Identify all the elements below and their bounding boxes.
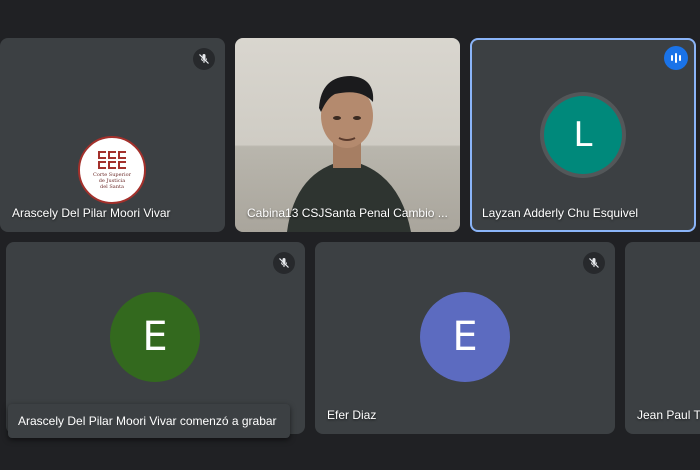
participant-tile-arascely[interactable]: Corte Superior de Justicia del Santa Ara… (0, 38, 225, 232)
participant-tile-efer-diaz[interactable]: E Efer Diaz (315, 242, 615, 434)
notification-text: Arascely Del Pilar Moori Vivar comenzó a… (18, 414, 277, 428)
audio-bars-icon (664, 46, 688, 70)
avatar: E (420, 292, 510, 382)
avatar: L (544, 96, 622, 174)
mic-off-icon (583, 252, 605, 274)
participant-name: Cabina13 CSJSanta Penal Cambio ... (247, 206, 448, 220)
avatar: E (110, 292, 200, 382)
meeting-grid: Corte Superior de Justicia del Santa Ara… (0, 0, 700, 470)
participant-video (235, 38, 460, 232)
mic-off-icon (193, 48, 215, 70)
court-logo-mark (98, 150, 126, 169)
court-logo: Corte Superior de Justicia del Santa (78, 136, 146, 204)
participant-tile-jean-paul[interactable]: Jean Paul T (625, 242, 700, 434)
mic-off-icon (273, 252, 295, 274)
participant-name: Arascely Del Pilar Moori Vivar (12, 206, 171, 220)
participant-tile-layzan[interactable]: L Layzan Adderly Chu Esquivel (470, 38, 696, 232)
participant-name: Layzan Adderly Chu Esquivel (482, 206, 639, 220)
participant-name: Jean Paul T (637, 408, 700, 422)
person-video-frame (287, 76, 411, 232)
participant-tile-cabina13[interactable]: Cabina13 CSJSanta Penal Cambio ... (235, 38, 460, 232)
court-logo-text: Corte Superior de Justicia del Santa (93, 171, 131, 190)
participant-name: Efer Diaz (327, 408, 377, 422)
recording-notification: Arascely Del Pilar Moori Vivar comenzó a… (8, 404, 290, 438)
